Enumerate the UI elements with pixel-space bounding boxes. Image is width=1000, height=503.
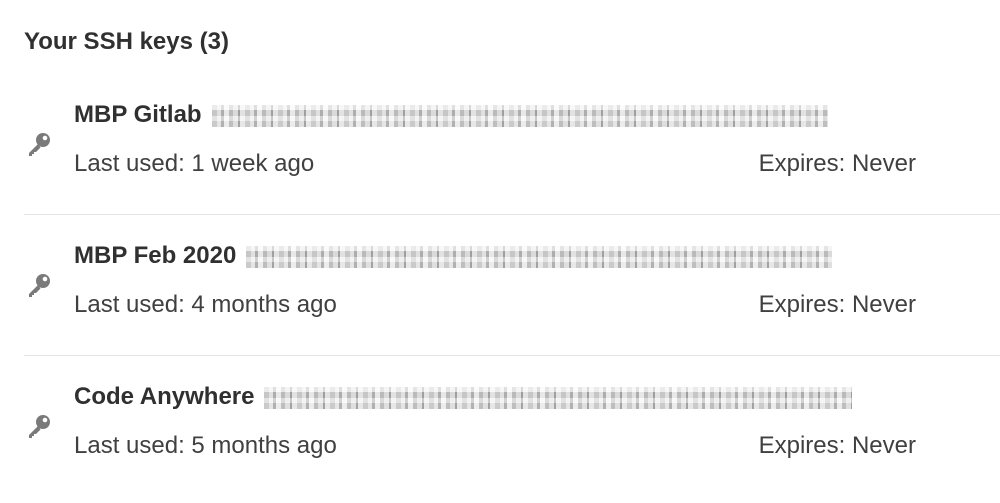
ssh-key-title-row: MBP Feb 2020 [74,241,833,271]
ssh-key-fingerprint-redacted [264,387,853,409]
ssh-key-title[interactable]: MBP Gitlab [74,100,202,130]
ssh-key-row[interactable]: MBP Gitlab Last used: 1 week ago Expires… [24,74,1000,215]
ssh-key-row[interactable]: Code Anywhere Last used: 5 months ago Ex… [24,356,1000,497]
ssh-key-expires: Expires: Never [758,150,916,177]
ssh-keys-panel: Your SSH keys (3) MBP Gitlab Last used: … [0,0,1000,503]
ssh-keys-heading: Your SSH keys (3) [24,28,229,55]
key-icon [24,270,54,300]
ssh-key-expires: Expires: Never [758,291,916,318]
ssh-key-title-row: Code Anywhere [74,382,853,412]
ssh-key-fingerprint-redacted [211,105,828,127]
ssh-key-title[interactable]: MBP Feb 2020 [74,241,236,271]
ssh-key-last-used: Last used: 4 months ago [74,291,337,318]
ssh-key-meta: Last used: 1 week ago Expires: Never [74,148,916,180]
ssh-key-expires: Expires: Never [758,432,916,459]
ssh-key-meta: Last used: 5 months ago Expires: Never [74,430,916,462]
ssh-key-row[interactable]: MBP Feb 2020 Last used: 4 months ago Exp… [24,215,1000,356]
ssh-key-last-used: Last used: 5 months ago [74,432,337,459]
ssh-key-title-row: MBP Gitlab [74,100,828,130]
ssh-key-title[interactable]: Code Anywhere [74,382,254,412]
ssh-key-meta: Last used: 4 months ago Expires: Never [74,289,916,321]
ssh-key-list: MBP Gitlab Last used: 1 week ago Expires… [24,74,1000,497]
key-icon [24,411,54,441]
key-icon [24,129,54,159]
ssh-key-last-used: Last used: 1 week ago [74,150,315,177]
ssh-key-fingerprint-redacted [246,246,833,268]
